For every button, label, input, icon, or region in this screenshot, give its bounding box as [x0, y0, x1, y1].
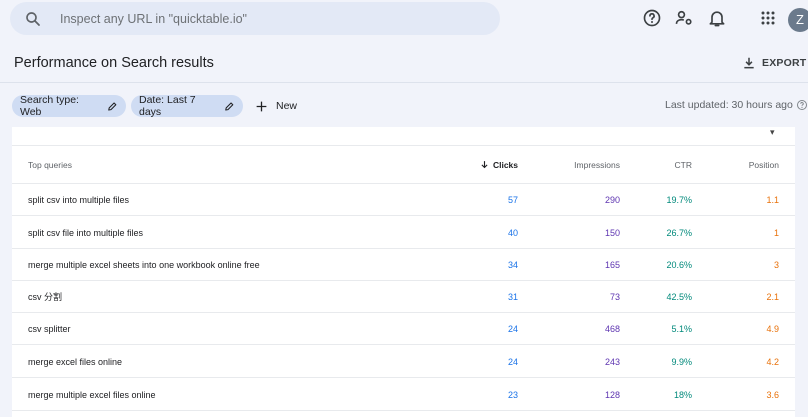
clicks-cell: 57	[507, 194, 518, 205]
edit-pencil-icon	[225, 101, 234, 111]
plus-icon	[256, 101, 267, 111]
ctr-cell: 18%	[673, 389, 692, 400]
ctr-cell: 20.6%	[666, 259, 692, 270]
clicks-cell: 24	[507, 323, 518, 334]
date-range-chip[interactable]: Date: Last 7 days	[131, 94, 243, 118]
table-row[interactable]: merge multiple excel sheets into one wor…	[12, 249, 795, 281]
collapse-caret-icon[interactable]: ▾	[770, 127, 775, 138]
query-cell: split csv into multiple files	[28, 194, 130, 205]
clicks-cell: 34	[507, 259, 518, 270]
ctr-cell: 9.9%	[671, 356, 692, 367]
header-divider	[0, 82, 808, 83]
position-cell: 2.1	[766, 291, 779, 302]
position-cell: 1	[773, 227, 779, 238]
query-cell: csv 分割	[28, 292, 63, 302]
new-filter-label: New	[276, 100, 298, 112]
table-row[interactable]: csv 分割 31 73 42.5% 2.1	[12, 281, 795, 313]
column-header-position[interactable]: Position	[749, 146, 779, 183]
clicks-cell: 40	[507, 227, 518, 238]
position-cell: 4.9	[766, 323, 779, 334]
search-type-chip[interactable]: Search type: Web	[12, 94, 126, 118]
avatar[interactable]: Z	[788, 8, 808, 32]
last-updated: Last updated: 30 hours ago	[665, 99, 808, 111]
table-header-row: Top queries Clicks Impressions CTR Posit…	[12, 145, 795, 184]
clicks-header-label: Clicks	[492, 159, 518, 170]
impressions-cell: 150	[604, 227, 620, 238]
help-circle-icon[interactable]	[796, 99, 808, 111]
sort-down-arrow-icon	[481, 161, 488, 169]
edit-pencil-icon	[108, 101, 117, 111]
queries-table-card: ▾ Top queries Clicks Impressions CTR Pos…	[12, 127, 795, 417]
query-cell: csv splitter	[28, 323, 71, 334]
ctr-cell: 42.5%	[666, 291, 692, 302]
impressions-cell: 128	[604, 389, 620, 400]
position-cell: 4.2	[766, 356, 779, 367]
apps-grid-icon[interactable]	[758, 8, 778, 28]
column-header-clicks[interactable]: Clicks	[480, 146, 518, 183]
download-icon	[744, 57, 754, 69]
page-title: Performance on Search results	[14, 55, 214, 71]
position-cell: 3.6	[766, 389, 779, 400]
search-placeholder[interactable]: Inspect any URL in "quicktable.io"	[60, 12, 247, 26]
table-row[interactable]: csv splitter 24 468 5.1% 4.9	[12, 313, 795, 345]
query-cell: split csv file into multiple files	[28, 227, 144, 238]
search-icon	[26, 12, 40, 26]
table-row[interactable]: split csv file into multiple files 40 15…	[12, 217, 795, 249]
impressions-cell: 73	[609, 291, 620, 302]
query-cell: merge excel files online	[28, 356, 123, 367]
position-cell: 1.1	[766, 194, 779, 205]
column-header-ctr[interactable]: CTR	[675, 146, 692, 183]
last-updated-text: Last updated: 30 hours ago	[665, 99, 793, 111]
clicks-cell: 31	[507, 291, 518, 302]
query-cell: merge multiple excel files online	[28, 389, 156, 400]
date-range-label: Date: Last 7 days	[139, 94, 196, 118]
ctr-cell: 26.7%	[666, 227, 692, 238]
column-header-impressions[interactable]: Impressions	[574, 146, 620, 183]
impressions-cell: 243	[604, 356, 620, 367]
export-label: EXPORT	[762, 57, 807, 69]
table-row[interactable]: split csv into multiple files 57 290 19.…	[12, 184, 795, 216]
search-type-label: Search type: Web	[20, 94, 79, 118]
impressions-cell: 468	[604, 323, 620, 334]
clicks-cell: 24	[507, 356, 518, 367]
column-header-query[interactable]: Top queries	[28, 146, 72, 183]
top-bar: Inspect any URL in "quicktable.io" Z	[0, 0, 808, 40]
manage-accounts-icon[interactable]	[674, 8, 694, 28]
table-row[interactable]: merge excel files online 24 243 9.9% 4.2	[12, 346, 795, 378]
new-filter-button[interactable]: New	[255, 97, 297, 115]
ctr-cell: 19.7%	[666, 194, 692, 205]
help-circle-icon[interactable]	[642, 8, 662, 28]
position-cell: 3	[773, 259, 779, 270]
export-button[interactable]: EXPORT	[742, 54, 806, 72]
bell-icon[interactable]	[707, 8, 727, 28]
url-inspect-search[interactable]: Inspect any URL in "quicktable.io"	[10, 2, 500, 35]
impressions-cell: 290	[604, 194, 620, 205]
table-row[interactable]: merge multiple excel files online 23 128…	[12, 379, 795, 411]
ctr-cell: 5.1%	[671, 323, 692, 334]
clicks-cell: 23	[507, 389, 518, 400]
query-cell: merge multiple excel sheets into one wor…	[28, 259, 260, 270]
impressions-cell: 165	[604, 259, 620, 270]
